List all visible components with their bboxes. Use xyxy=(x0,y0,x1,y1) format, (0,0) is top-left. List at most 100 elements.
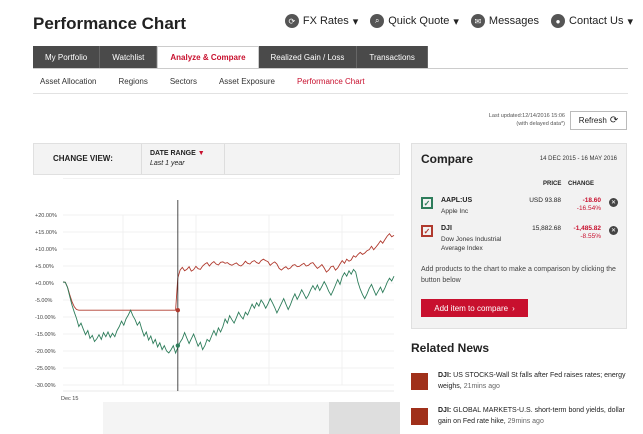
series-line-dji xyxy=(62,232,395,311)
tab-analyze-compare[interactable]: Analyze & Compare xyxy=(157,46,259,68)
news-text: DJI: US STOCKS-Wall St falls after Fed r… xyxy=(438,370,628,392)
delayed-data-note: (with delayed data*) xyxy=(516,121,565,127)
page-title: Performance Chart xyxy=(33,14,187,33)
subtab-performance-chart[interactable]: Performance Chart xyxy=(297,77,365,86)
subtabs-divider xyxy=(33,93,628,94)
y-tick-label: -25.00% xyxy=(35,366,56,372)
dji-name: Dow Jones Industrial Average Index xyxy=(441,236,502,252)
quick-quote-link[interactable]: ⌕ Quick Quote ▾ xyxy=(370,14,459,28)
add-item-label: Add item to compare xyxy=(434,303,509,313)
fx-rates-label: FX Rates xyxy=(302,15,349,27)
refresh-icon: ⟳ xyxy=(284,14,299,28)
news-source: DJI: xyxy=(438,372,452,379)
close-icon[interactable]: ✕ xyxy=(609,226,618,235)
news-thumbnail xyxy=(411,373,428,390)
person-icon: ● xyxy=(551,14,566,28)
aapl-change-pct: -16.54% xyxy=(576,205,601,212)
main-tabs: My Portfolio Watchlist Analyze & Compare… xyxy=(33,46,428,68)
compare-hint: Add products to the chart to make a comp… xyxy=(421,266,616,284)
tab-transactions[interactable]: Transactions xyxy=(357,46,428,68)
aapl-change: -18.60 -16.54% xyxy=(561,197,601,213)
news-text: DJI: GLOBAL MARKETS-U.S. short-term bond… xyxy=(438,405,628,427)
tabs-divider xyxy=(33,68,628,69)
y-tick-label: +10.00% xyxy=(35,247,57,253)
x-axis-ticks: Dec 15 xyxy=(61,396,78,402)
add-item-to-compare-button[interactable]: Add item to compare › xyxy=(421,299,528,317)
messages-label: Messages xyxy=(488,15,540,27)
close-icon[interactable]: ✕ xyxy=(609,198,618,207)
refresh-icon: ⟳ xyxy=(609,115,619,126)
last-updated: Last updated:12/14/2016 15:06 (with dela… xyxy=(470,112,565,128)
date-range-value: Last 1 year xyxy=(150,160,185,167)
y-axis-ticks: +20.00% +15.00% +10.00% +5.00% +0.00% -5.00% -… xyxy=(35,213,57,389)
y-tick-label: +15.00% xyxy=(35,230,57,236)
aapl-ticker: AAPL:US xyxy=(441,197,473,204)
news-thumbnail xyxy=(411,408,428,425)
y-tick-label: -15.00% xyxy=(35,332,56,338)
y-tick-label: +20.00% xyxy=(35,213,57,219)
last-updated-time: Last updated:12/14/2016 15:06 xyxy=(488,113,565,119)
price-column-header: PRICE xyxy=(543,181,562,187)
x-tick-label: Dec 15 xyxy=(61,396,78,402)
aapl-price: USD 93.88 xyxy=(529,197,561,204)
aapl-change-value: -18.60 xyxy=(582,197,601,204)
contact-us-label: Contact Us xyxy=(569,15,624,27)
chart-series xyxy=(62,232,395,355)
refresh-label: Refresh xyxy=(578,116,607,125)
subtab-regions[interactable]: Regions xyxy=(118,77,147,86)
dji-change: -1,485.82 -8.55% xyxy=(561,225,601,241)
subtab-sectors[interactable]: Sectors xyxy=(170,77,197,86)
date-range-dropdown[interactable]: DATE RANGE ▼ Last 1 year xyxy=(141,144,225,174)
chart-scroll-handle[interactable] xyxy=(329,402,400,434)
chevron-right-icon: › xyxy=(512,303,515,313)
search-icon: ⌕ xyxy=(370,14,385,28)
chevron-down-icon: ▾ xyxy=(453,15,459,28)
news-source: DJI: xyxy=(438,407,452,414)
aapl-name: Apple Inc xyxy=(441,208,469,215)
refresh-button[interactable]: Refresh ⟳ xyxy=(570,111,627,130)
change-column-header: CHANGE xyxy=(568,181,595,187)
quick-quote-label: Quick Quote xyxy=(388,15,450,27)
compare-row-aapl: ✓ AAPL:US Apple Inc USD 93.88 -18.60 -16… xyxy=(421,197,621,227)
chart-navigator[interactable] xyxy=(103,402,329,434)
subtab-asset-exposure[interactable]: Asset Exposure xyxy=(219,77,275,86)
y-tick-label: -20.00% xyxy=(35,349,56,355)
envelope-icon: ✉ xyxy=(470,14,485,28)
change-view-label: CHANGE VIEW: xyxy=(53,154,113,163)
aapl-checkbox[interactable]: ✓ xyxy=(421,197,433,209)
dji-price: 15,882.68 xyxy=(532,225,561,232)
chevron-down-icon: ▾ xyxy=(627,15,633,28)
dji-change-value: -1,485.82 xyxy=(573,225,601,232)
chevron-down-icon: ▼ xyxy=(197,150,205,157)
news-time: 21mins ago xyxy=(463,383,500,390)
y-tick-label: -5.00% xyxy=(35,298,53,304)
date-range-label: DATE RANGE xyxy=(150,150,196,157)
crosshair-marker xyxy=(175,308,181,313)
fx-rates-link[interactable]: ⟳ FX Rates ▾ xyxy=(284,14,358,28)
news-item[interactable]: DJI: US STOCKS-Wall St falls after Fed r… xyxy=(411,370,627,394)
y-tick-label: +5.00% xyxy=(35,264,54,270)
y-tick-label: +0.00% xyxy=(35,281,54,287)
compare-title: Compare xyxy=(421,152,474,166)
dji-checkbox[interactable]: ✓ xyxy=(421,225,433,237)
compare-row-dji: ✓ DJI Dow Jones Industrial Average Index… xyxy=(421,225,621,261)
performance-chart[interactable]: +20.00% +15.00% +10.00% +5.00% +0.00% -5.00% -… xyxy=(33,178,400,434)
crosshair-marker xyxy=(175,343,181,348)
messages-link[interactable]: ✉ Messages xyxy=(470,14,540,28)
dji-ticker: DJI xyxy=(441,225,452,232)
change-view-bar: CHANGE VIEW: DATE RANGE ▼ Last 1 year xyxy=(33,143,400,175)
tab-watchlist[interactable]: Watchlist xyxy=(100,46,158,68)
tab-my-portfolio[interactable]: My Portfolio xyxy=(33,46,101,68)
series-line-aapl-us xyxy=(62,268,395,355)
contact-us-link[interactable]: ● Contact Us ▾ xyxy=(551,14,633,28)
y-tick-label: -10.00% xyxy=(35,315,56,321)
dji-change-pct: -8.55% xyxy=(580,233,601,240)
news-item[interactable]: DJI: GLOBAL MARKETS-U.S. short-term bond… xyxy=(411,405,627,429)
top-links: ⟳ FX Rates ▾ ⌕ Quick Quote ▾ ✉ Messages … xyxy=(284,14,633,28)
news-time: 29mins ago xyxy=(507,418,544,425)
compare-panel: Compare 14 DEC 2015 - 16 MAY 2016 PRICE … xyxy=(411,143,627,329)
compare-date-range: 14 DEC 2015 - 16 MAY 2016 xyxy=(539,156,617,162)
subtab-asset-allocation[interactable]: Asset Allocation xyxy=(40,77,96,86)
tab-realized-gain-loss[interactable]: Realized Gain / Loss xyxy=(258,46,358,68)
chart-grid xyxy=(63,178,394,392)
